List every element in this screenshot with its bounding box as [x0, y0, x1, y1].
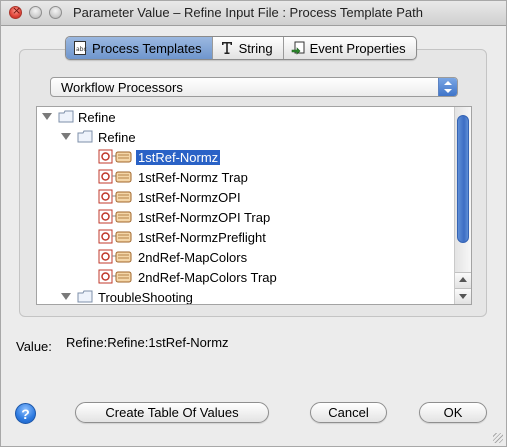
- tree-row-label: 1stRef-Normz: [136, 150, 221, 165]
- tree-row-process[interactable]: 2ndRef-MapColors: [37, 247, 455, 267]
- tree-row-label: 1stRef-NormzOPI Trap: [138, 210, 271, 225]
- process-template-icon: [98, 268, 132, 286]
- tree-row-label: 1stRef-NormzOPI: [138, 190, 241, 205]
- tree-row-folder[interactable]: Refine: [37, 127, 455, 147]
- event-arrow-icon: [291, 41, 305, 55]
- dropdown-selected-value: Workflow Processors: [61, 80, 183, 95]
- tree-row-label: 2ndRef-MapColors: [138, 250, 248, 265]
- tree-vertical-scrollbar[interactable]: [454, 107, 471, 304]
- process-template-icon: [98, 188, 132, 206]
- help-icon[interactable]: ?: [15, 403, 36, 424]
- dialog-window: Parameter Value – Refine Input File : Pr…: [0, 0, 507, 447]
- processor-type-dropdown[interactable]: Workflow Processors: [50, 77, 458, 97]
- tab-string-label: String: [238, 40, 273, 56]
- disclosure-triangle-icon[interactable]: [42, 113, 52, 120]
- template-tree[interactable]: Refine Refine 1stRef-Normz 1stRef-Normz …: [36, 106, 472, 305]
- tree-row-label: Refine: [98, 130, 136, 145]
- process-template-icon: [98, 208, 132, 226]
- document-abc-icon: abc: [73, 41, 87, 55]
- tree-row-process[interactable]: 1stRef-Normz Trap: [37, 167, 455, 187]
- tab-string[interactable]: String: [213, 37, 284, 59]
- tree-row-label: 1stRef-Normz Trap: [138, 170, 248, 185]
- process-template-icon: [98, 248, 132, 266]
- minimize-window-button[interactable]: [29, 6, 42, 19]
- process-template-icon: [98, 148, 132, 166]
- folder-icon: [77, 290, 93, 303]
- scroll-down-button[interactable]: [455, 288, 471, 304]
- text-cursor-icon: [220, 41, 234, 55]
- tree-row-process[interactable]: 1stRef-Normz: [37, 147, 455, 167]
- tree-row-process[interactable]: 1stRef-NormzPreflight: [37, 227, 455, 247]
- tree-row-folder[interactable]: Refine: [37, 107, 455, 127]
- window-title: Parameter Value – Refine Input File : Pr…: [73, 5, 423, 20]
- scroll-up-button[interactable]: [455, 272, 471, 288]
- value-label: Value:: [16, 339, 52, 354]
- disclosure-triangle-icon[interactable]: [61, 133, 71, 140]
- tree-row-label: 2ndRef-MapColors Trap: [138, 270, 277, 285]
- tree-row-folder[interactable]: TroubleShooting: [37, 287, 455, 305]
- scrollbar-thumb[interactable]: [457, 115, 469, 243]
- close-window-button[interactable]: [9, 4, 22, 19]
- cancel-button[interactable]: Cancel: [310, 402, 387, 423]
- arrow-up-icon: [459, 277, 467, 282]
- tree-row-label: 1stRef-NormzPreflight: [138, 230, 266, 245]
- tab-event-properties[interactable]: Event Properties: [284, 37, 416, 59]
- tree-row-process[interactable]: 2ndRef-MapColors Trap: [37, 267, 455, 287]
- folder-icon: [58, 110, 74, 123]
- arrow-down-icon: [459, 294, 467, 299]
- value-text: Refine:Refine:1stRef-Normz: [66, 335, 229, 350]
- create-table-of-values-button[interactable]: Create Table Of Values: [75, 402, 269, 423]
- tab-event-properties-label: Event Properties: [309, 40, 406, 56]
- resize-grip-icon[interactable]: [493, 433, 503, 443]
- title-bar[interactable]: Parameter Value – Refine Input File : Pr…: [1, 1, 506, 26]
- up-down-arrows-icon[interactable]: [438, 78, 457, 96]
- ok-button[interactable]: OK: [419, 402, 487, 423]
- folder-icon: [77, 130, 93, 143]
- tab-process-templates[interactable]: abc Process Templates: [66, 37, 213, 59]
- tree-row-label: Refine: [78, 110, 116, 125]
- process-template-icon: [98, 168, 132, 186]
- zoom-window-button[interactable]: [49, 6, 62, 19]
- tree-row-label: TroubleShooting: [98, 290, 193, 305]
- tab-bar: abc Process Templates String Event Prope…: [65, 36, 417, 60]
- disclosure-triangle-icon[interactable]: [61, 293, 71, 300]
- process-template-icon: [98, 228, 132, 246]
- svg-text:abc: abc: [76, 46, 87, 53]
- tree-row-process[interactable]: 1stRef-NormzOPI Trap: [37, 207, 455, 227]
- tree-row-process[interactable]: 1stRef-NormzOPI: [37, 187, 455, 207]
- tab-process-templates-label: Process Templates: [92, 40, 202, 56]
